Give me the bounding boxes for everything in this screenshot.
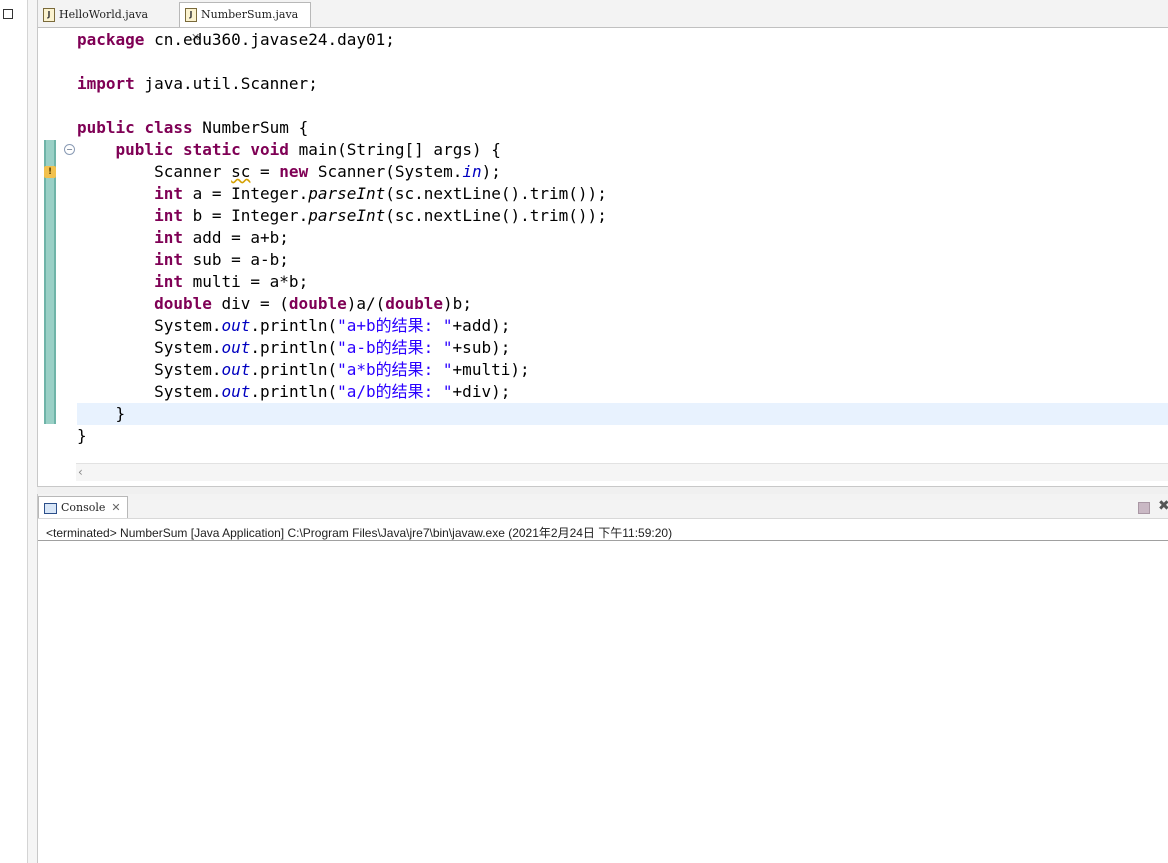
tab-console[interactable]: Console ✕ — [38, 496, 128, 518]
code-line[interactable]: int b = Integer.parseInt(sc.nextLine().t… — [77, 205, 1168, 227]
scroll-left-icon[interactable]: ‹ — [78, 464, 83, 480]
console-icon — [44, 502, 57, 514]
close-icon[interactable]: ✕ — [111, 497, 120, 519]
console-divider — [38, 540, 1168, 541]
code-line[interactable]: System.out.println("a-b的结果: "+sub); — [77, 337, 1168, 359]
java-file-icon: J — [185, 8, 197, 22]
fold-collapse-icon[interactable]: − — [64, 144, 75, 155]
java-file-icon: J — [43, 8, 55, 22]
code-line[interactable]: ​ — [77, 51, 1168, 73]
tab-label: NumberSum.java — [201, 8, 299, 21]
code-line[interactable]: int multi = a*b; — [77, 271, 1168, 293]
horizontal-scrollbar[interactable]: ‹ — [76, 463, 1168, 481]
sash[interactable] — [28, 0, 37, 863]
code-line[interactable]: System.out.println("a*b的结果: "+multi); — [77, 359, 1168, 381]
terminate-icon[interactable] — [1138, 502, 1150, 514]
code-line[interactable]: package cn.edu360.javase24.day01; — [77, 29, 1168, 51]
console-tab-bar: Console ✕ ✖ — [38, 494, 1168, 519]
left-trim-strip — [0, 0, 28, 863]
code-editor[interactable]: package cn.edu360.javase24.day01;​import… — [77, 29, 1168, 447]
code-line[interactable]: } — [77, 403, 1168, 425]
warning-icon[interactable]: ! — [44, 166, 56, 178]
editor-tab-bar: J HelloWorld.java J NumberSum.java✕ — [38, 0, 1168, 44]
remove-launch-icon[interactable]: ✖ — [1158, 498, 1168, 514]
tab-helloworld[interactable]: J HelloWorld.java — [38, 3, 178, 26]
code-line[interactable]: int add = a+b; — [77, 227, 1168, 249]
editor-pane: J HelloWorld.java J NumberSum.java✕ − ! pa… — [37, 0, 1168, 487]
code-line[interactable]: import java.util.Scanner; — [77, 73, 1168, 95]
console-pane: Console ✕ ✖ <terminated> NumberSum [Java … — [37, 494, 1168, 863]
overview-ruler — [44, 140, 56, 424]
code-line[interactable]: ​ — [77, 95, 1168, 117]
tab-numbersum[interactable]: J NumberSum.java✕ — [179, 2, 311, 44]
console-status: <terminated> NumberSum [Java Application… — [46, 526, 673, 540]
code-line[interactable]: Scanner sc = new Scanner(System.in); — [77, 161, 1168, 183]
code-line[interactable]: int sub = a-b; — [77, 249, 1168, 271]
minimize-icon[interactable] — [3, 9, 13, 19]
code-line[interactable]: public class NumberSum { — [77, 117, 1168, 139]
console-tab-label: Console — [61, 501, 106, 514]
code-line[interactable]: System.out.println("a+b的结果: "+add); — [77, 315, 1168, 337]
code-line[interactable]: int a = Integer.parseInt(sc.nextLine().t… — [77, 183, 1168, 205]
code-line[interactable]: } — [77, 425, 1168, 447]
tab-label: HelloWorld.java — [59, 8, 148, 21]
code-line[interactable]: double div = (double)a/(double)b; — [77, 293, 1168, 315]
code-line[interactable]: System.out.println("a/b的结果: "+div); — [77, 381, 1168, 403]
code-line[interactable]: public static void main(String[] args) { — [77, 139, 1168, 161]
